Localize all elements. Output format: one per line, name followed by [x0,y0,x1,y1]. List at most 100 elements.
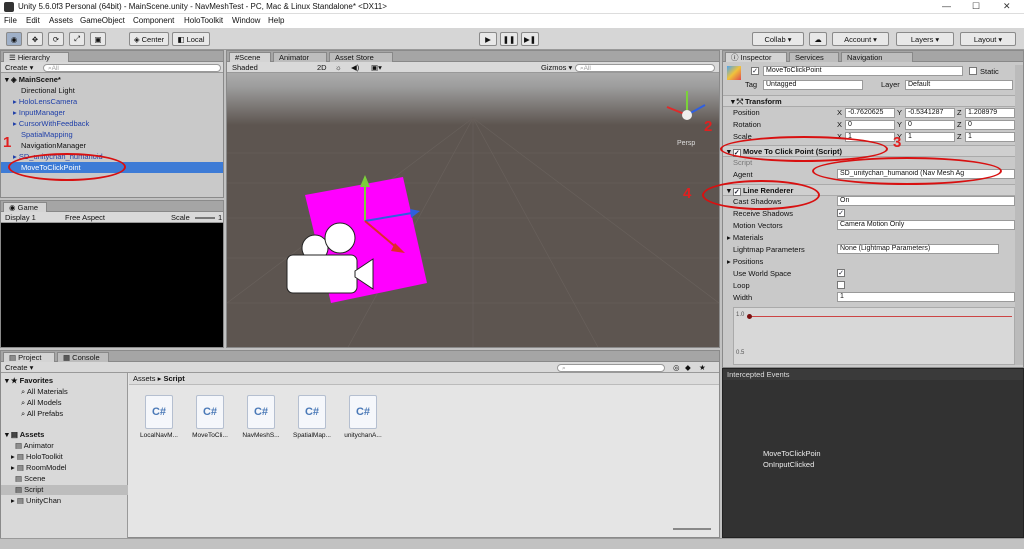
cast-shadows-dropdown[interactable]: On [837,196,1015,206]
rotation-x-field[interactable]: 0 [845,120,895,130]
tree-item[interactable]: ▤ Scene [15,474,45,484]
account-button[interactable]: Account ▾ [832,32,889,46]
tab-navigation[interactable]: Navigation [841,52,913,62]
hierarchy-item[interactable]: Directional Light [1,85,223,96]
tree-item[interactable]: ⌕ All Prefabs [21,409,63,419]
layers-button[interactable]: Layers ▾ [896,32,954,46]
curve-key-icon[interactable] [747,314,752,319]
shading-mode-dropdown[interactable]: Shaded [232,63,258,72]
menu-gameobject[interactable]: GameObject [80,16,125,25]
pivot-center-button[interactable]: ◈ Center [129,32,169,46]
favorite-icon[interactable]: ★ [699,363,706,372]
rotate-tool-button[interactable]: ⟳ [48,32,64,46]
close-icon[interactable]: ✕ [1003,1,1011,12]
hierarchy-item[interactable]: NavigationManager [1,140,223,151]
light-toggle-icon[interactable]: ☼ [335,63,342,72]
script-asset[interactable]: C# NavMeshS... [241,395,281,445]
hierarchy-item[interactable]: ▸ CursorWithFeedback [1,118,223,129]
breadcrumb-root[interactable]: Assets [133,374,156,383]
aspect-dropdown[interactable]: Free Aspect [65,213,105,222]
lightmap-field[interactable]: None (Lightmap Parameters) [837,244,999,254]
effects-toggle-icon[interactable]: ▣▾ [371,63,382,72]
script-asset[interactable]: C# MoveToCli... [190,395,230,445]
scene-root-row[interactable]: ▾ ◈ MainScene* [1,74,223,85]
transform-header[interactable]: ▾ ⤲ Transform [723,95,1023,107]
scale-slider[interactable] [195,217,215,219]
tab-inspector[interactable]: ⓘ Inspector [725,52,787,62]
collab-button[interactable]: Collab ▾ [752,32,804,46]
view-tool-button[interactable]: ◉ [6,32,22,46]
hierarchy-item[interactable]: ▸ HoloLensCamera [1,96,223,107]
tree-favorites[interactable]: ▾ ★ Favorites [5,376,53,386]
motion-vectors-dropdown[interactable]: Camera Motion Only [837,220,1015,230]
scale-tool-button[interactable]: ⤢ [69,32,85,46]
object-name-field[interactable]: MoveToClickPoint [763,66,963,76]
scene-search-input[interactable]: ⌕All [575,63,715,72]
menu-window[interactable]: Window [232,16,260,25]
active-checkbox[interactable]: ✓ [751,67,759,75]
hierarchy-create-button[interactable]: Create ▾ [5,63,33,72]
width-field[interactable]: 1 [837,292,1015,302]
script-asset[interactable]: C# LocalNavM... [139,395,179,445]
scene-viewport[interactable]: Persp [227,73,719,348]
tab-asset-store[interactable]: Asset Store [329,52,393,62]
cloud-button[interactable]: ☁ [809,32,827,46]
tree-item[interactable]: ▤ Animator [15,441,54,451]
menu-help[interactable]: Help [268,16,284,25]
tree-assets[interactable]: ▾ ▤ Assets [5,430,44,440]
menu-holotoolkit[interactable]: HoloToolkit [184,16,223,25]
static-checkbox[interactable] [969,67,977,75]
tag-dropdown[interactable]: Untagged [763,80,863,90]
mode-2d-toggle[interactable]: 2D [317,63,327,72]
breadcrumb-leaf[interactable]: Script [163,374,184,383]
tab-animator[interactable]: Animator [273,52,327,62]
rotation-z-field[interactable]: 0 [965,120,1015,130]
rotation-y-field[interactable]: 0 [905,120,955,130]
inspector-scrollbar[interactable] [1015,65,1023,365]
width-curve-editor[interactable]: 1.0 0.5 [733,307,1015,365]
maximize-icon[interactable]: ☐ [972,1,980,12]
menu-assets[interactable]: Assets [49,16,73,25]
tree-item[interactable]: ▸ ▤ HoloToolkit [11,452,63,462]
layout-button[interactable]: Layout ▾ [960,32,1016,46]
icon-size-slider[interactable] [673,528,711,530]
step-button[interactable]: ▶❚ [521,32,539,46]
script-asset[interactable]: C# unitychanA... [343,395,383,445]
pivot-local-button[interactable]: ◧ Local [172,32,210,46]
gizmos-dropdown[interactable]: Gizmos ▾ [541,63,572,72]
receive-shadows-checkbox[interactable]: ✓ [837,209,845,217]
tab-hierarchy[interactable]: ☰ Hierarchy [3,52,69,62]
position-z-field[interactable]: 1.208979 [965,108,1015,118]
tab-console[interactable]: ▦ Console [57,352,109,362]
tree-item[interactable]: ▸ ▤ UnityChan [11,496,61,506]
move-tool-button[interactable]: ✥ [27,32,43,46]
menu-component[interactable]: Component [133,16,174,25]
menu-edit[interactable]: Edit [26,16,40,25]
tab-game[interactable]: ◉ Game [3,202,47,212]
position-y-field[interactable]: -0.5341287 [905,108,955,118]
layer-dropdown[interactable]: Default [905,80,1013,90]
scale-y-field[interactable]: 1 [905,132,955,142]
tree-item-selected[interactable]: ▤ Script [1,485,128,495]
position-x-field[interactable]: -0.7620625 [845,108,895,118]
scale-z-field[interactable]: 1 [965,132,1015,142]
materials-foldout[interactable]: ▸ Materials [727,233,763,242]
rect-tool-button[interactable]: ▣ [90,32,106,46]
tree-item[interactable]: ⌕ All Materials [21,387,68,397]
tab-services[interactable]: Services [789,52,839,62]
tree-item[interactable]: ⌕ All Models [21,398,61,408]
tab-scene[interactable]: #Scene [229,52,271,62]
pause-button[interactable]: ❚❚ [500,32,518,46]
positions-foldout[interactable]: ▸ Positions [727,257,763,266]
world-space-checkbox[interactable]: ✓ [837,269,845,277]
play-button[interactable]: ▶ [479,32,497,46]
hierarchy-item[interactable]: SpatialMapping [1,129,223,140]
filter-label-icon[interactable]: ◆ [685,363,691,372]
minimize-icon[interactable]: — [942,1,951,11]
hierarchy-item[interactable]: ▸ InputManager [1,107,223,118]
loop-checkbox[interactable] [837,281,845,289]
tree-item[interactable]: ▸ ▤ RoomModel [11,463,66,473]
project-create-button[interactable]: Create ▾ [5,363,33,372]
display-dropdown[interactable]: Display 1 [5,213,36,222]
audio-toggle-icon[interactable]: ◀) [351,63,359,72]
